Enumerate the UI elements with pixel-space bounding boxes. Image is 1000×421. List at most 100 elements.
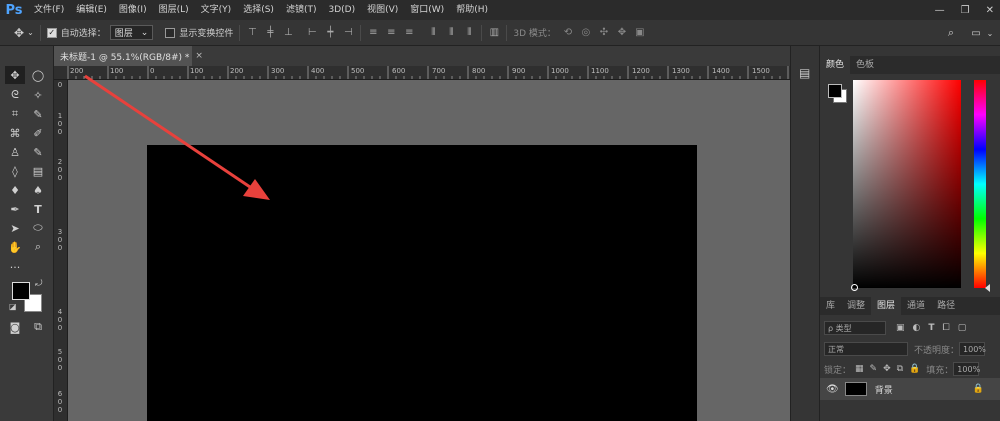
pen-tool-icon[interactable]: ✒ bbox=[5, 200, 25, 218]
color-picker-field[interactable] bbox=[853, 80, 961, 288]
distribute-vcenter-icon[interactable]: ≡ bbox=[385, 27, 397, 39]
eyedropper-tool-icon[interactable]: ✎ bbox=[28, 105, 48, 123]
align-vcenter-icon[interactable]: ╪ bbox=[264, 27, 276, 39]
menu-edit[interactable]: 编辑(E) bbox=[70, 0, 113, 20]
marquee-tool-icon[interactable]: ◯ bbox=[28, 66, 48, 84]
menu-help[interactable]: 帮助(H) bbox=[450, 0, 494, 20]
more-tools-icon[interactable]: ··· bbox=[5, 258, 25, 276]
auto-select-option[interactable]: ✓ 自动选择： bbox=[46, 26, 106, 39]
foreground-color-swatch[interactable] bbox=[828, 84, 842, 98]
3d-pan-icon[interactable]: ✣ bbox=[598, 27, 610, 39]
menu-3d[interactable]: 3D(D) bbox=[322, 0, 361, 20]
tab-paths[interactable]: 路径 bbox=[931, 297, 961, 315]
move-tool-icon[interactable]: ✥ bbox=[14, 26, 24, 40]
default-colors-icon[interactable]: ◪ bbox=[9, 302, 17, 311]
filter-adjustment-icon[interactable]: ◐ bbox=[913, 323, 921, 333]
menu-select[interactable]: 选择(S) bbox=[237, 0, 280, 20]
document-canvas[interactable] bbox=[147, 145, 697, 421]
restore-button[interactable]: ❐ bbox=[961, 5, 970, 16]
hue-slider-handle[interactable] bbox=[985, 284, 990, 292]
search-icon[interactable]: ⌕ bbox=[945, 26, 957, 39]
ellipse-tool-icon[interactable]: ⬭ bbox=[28, 219, 48, 237]
tab-libraries[interactable]: 库 bbox=[820, 297, 841, 315]
tab-adjustments[interactable]: 调整 bbox=[841, 297, 871, 315]
filter-smart-object-icon[interactable]: ▢ bbox=[958, 323, 967, 333]
distribute-top-icon[interactable]: ≡ bbox=[367, 27, 379, 39]
layer-kind-filter-dropdown[interactable]: ρ 类型 bbox=[824, 321, 886, 335]
lock-transparent-icon[interactable]: ▦ bbox=[855, 364, 864, 374]
3d-scale-icon[interactable]: ▣ bbox=[634, 27, 646, 39]
workspace-chevron-icon[interactable]: ⌄ bbox=[984, 27, 996, 39]
horizontal-ruler[interactable]: 200 100 0 100 200 300 400 500 600 700 80… bbox=[54, 66, 790, 80]
lock-image-icon[interactable]: ✎ bbox=[870, 364, 878, 374]
menu-view[interactable]: 视图(V) bbox=[361, 0, 404, 20]
auto-select-checkbox[interactable]: ✓ bbox=[46, 27, 57, 38]
auto-align-icon[interactable]: ▥ bbox=[488, 27, 500, 39]
filter-pixel-icon[interactable]: ▣ bbox=[896, 323, 905, 333]
history-brush-tool-icon[interactable]: ✎ bbox=[28, 143, 48, 161]
clone-stamp-tool-icon[interactable]: ♙ bbox=[5, 143, 25, 161]
3d-orbit-icon[interactable]: ⟲ bbox=[562, 27, 574, 39]
brush-tool-icon[interactable]: ✐ bbox=[28, 124, 48, 142]
align-right-icon[interactable]: ⊣ bbox=[342, 27, 354, 39]
opacity-field[interactable]: 100% bbox=[959, 342, 986, 356]
quick-mask-icon[interactable]: ◙ bbox=[5, 318, 25, 336]
minimize-button[interactable]: — bbox=[935, 5, 945, 16]
distribute-right-icon[interactable]: ⦀ bbox=[463, 27, 475, 39]
type-tool-icon[interactable]: T bbox=[28, 200, 48, 218]
lock-position-icon[interactable]: ✥ bbox=[883, 364, 891, 374]
menu-filter[interactable]: 滤镜(T) bbox=[280, 0, 323, 20]
hue-slider[interactable] bbox=[974, 80, 986, 288]
move-tool-icon[interactable]: ✥ bbox=[5, 66, 25, 84]
menu-image[interactable]: 图像(I) bbox=[113, 0, 153, 20]
crop-tool-icon[interactable]: ⌗ bbox=[5, 105, 25, 123]
filter-type-icon[interactable]: T bbox=[928, 323, 934, 333]
tab-color[interactable]: 颜色 bbox=[820, 56, 851, 74]
tab-layers[interactable]: 图层 bbox=[871, 297, 902, 315]
gradient-tool-icon[interactable]: ▤ bbox=[28, 162, 48, 180]
workspace-icon[interactable]: ▭ bbox=[970, 27, 982, 39]
path-selection-tool-icon[interactable]: ➤ bbox=[5, 219, 25, 237]
close-button[interactable]: ✕ bbox=[986, 5, 994, 16]
show-transform-checkbox[interactable] bbox=[165, 27, 176, 38]
lasso-tool-icon[interactable]: ᘓ bbox=[5, 86, 25, 104]
dodge-tool-icon[interactable]: ♠ bbox=[28, 181, 48, 199]
blend-mode-dropdown[interactable]: 正常 bbox=[824, 342, 908, 356]
distribute-hcenter-icon[interactable]: ⦀ bbox=[445, 27, 457, 39]
zoom-tool-icon[interactable]: ⌕ bbox=[28, 238, 48, 256]
properties-panel-icon[interactable]: ▤ bbox=[799, 66, 810, 80]
menu-layer[interactable]: 图层(L) bbox=[153, 0, 195, 20]
align-top-icon[interactable]: ⊤ bbox=[246, 27, 258, 39]
visibility-eye-icon[interactable]: 👁 bbox=[826, 384, 839, 395]
menu-window[interactable]: 窗口(W) bbox=[404, 0, 450, 20]
3d-slide-icon[interactable]: ✥ bbox=[616, 27, 628, 39]
screen-mode-icon[interactable]: ⧉ bbox=[28, 318, 48, 336]
menu-file[interactable]: 文件(F) bbox=[28, 0, 70, 20]
menu-type[interactable]: 文字(Y) bbox=[195, 0, 238, 20]
auto-select-target-dropdown[interactable]: 图层 ⌄ bbox=[109, 25, 154, 40]
distribute-bottom-icon[interactable]: ≡ bbox=[403, 27, 415, 39]
layer-row[interactable]: 👁 背景 🔒 bbox=[820, 378, 1000, 400]
distribute-left-icon[interactable]: ⦀ bbox=[427, 27, 439, 39]
vertical-ruler[interactable]: 0 1 0 0 2 0 0 3 0 0 4 0 0 5 0 0 6 0 0 bbox=[54, 80, 68, 421]
swap-colors-icon[interactable]: ⤾ bbox=[35, 279, 43, 289]
filter-shape-icon[interactable]: ⧠ bbox=[943, 323, 950, 333]
eraser-tool-icon[interactable]: ◊ bbox=[5, 162, 25, 180]
align-left-icon[interactable]: ⊢ bbox=[306, 27, 318, 39]
fill-field[interactable]: 100% bbox=[953, 362, 980, 376]
3d-roll-icon[interactable]: ◎ bbox=[580, 27, 592, 39]
align-hcenter-icon[interactable]: ┿ bbox=[324, 27, 336, 39]
show-transform-option[interactable]: 显示变换控件 bbox=[165, 26, 233, 39]
document-tab[interactable]: 未标题-1 @ 55.1%(RGB/8#) * × bbox=[54, 46, 203, 66]
tab-channels[interactable]: 通道 bbox=[901, 297, 931, 315]
layer-name[interactable]: 背景 bbox=[875, 383, 893, 396]
close-tab-icon[interactable]: × bbox=[195, 51, 203, 61]
magic-wand-tool-icon[interactable]: ✧ bbox=[28, 86, 48, 104]
hand-tool-icon[interactable]: ✋ bbox=[5, 238, 25, 256]
foreground-color-swatch[interactable] bbox=[12, 282, 30, 300]
color-picker-handle[interactable] bbox=[851, 284, 858, 291]
lock-all-icon[interactable]: 🔒 bbox=[909, 364, 920, 374]
canvas-workspace[interactable] bbox=[68, 80, 790, 421]
align-bottom-icon[interactable]: ⊥ bbox=[282, 27, 294, 39]
tool-preset-chevron-icon[interactable]: ⌄ bbox=[27, 28, 34, 37]
